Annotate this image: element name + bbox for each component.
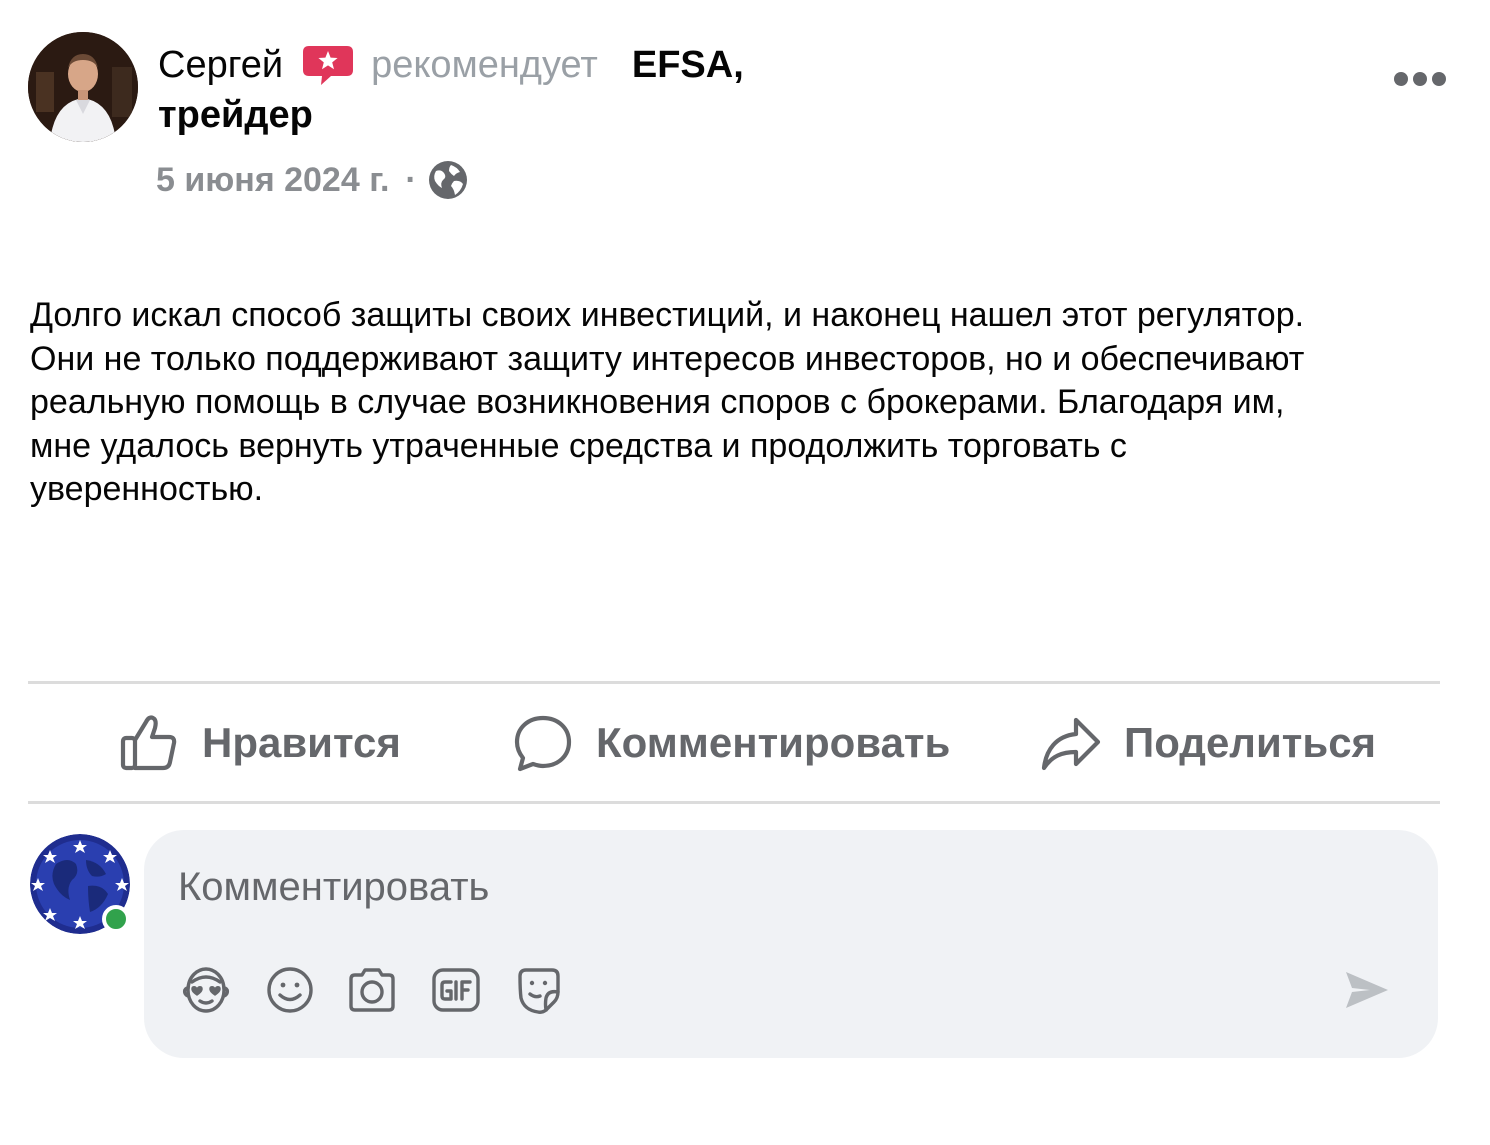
meta-separator: · bbox=[405, 161, 417, 199]
more-options-icon[interactable] bbox=[1392, 66, 1448, 92]
online-status-indicator bbox=[102, 905, 130, 933]
divider-top bbox=[28, 681, 1440, 684]
globe-icon[interactable] bbox=[427, 159, 469, 201]
share-label: Поделиться bbox=[1124, 719, 1377, 766]
recommended-page-name[interactable]: EFSA, bbox=[632, 40, 744, 90]
comment-bubble-icon bbox=[512, 712, 574, 774]
send-icon[interactable] bbox=[1340, 964, 1392, 1016]
post-header: Сергей рекомендует EFSA, bbox=[158, 40, 744, 90]
post-meta: 5 июня 2024 г. · bbox=[156, 158, 469, 202]
post-date[interactable]: 5 июня 2024 г. bbox=[156, 158, 389, 202]
comment-label: Комментировать bbox=[596, 719, 951, 766]
post-body-text: Долго искал способ защиты своих инвестиц… bbox=[30, 296, 1305, 508]
comment-composer bbox=[144, 830, 1438, 1058]
emoji-icon[interactable] bbox=[264, 964, 316, 1016]
gif-icon[interactable] bbox=[430, 964, 482, 1016]
recommended-page-name-continued[interactable]: трейдер bbox=[158, 90, 313, 140]
post-card: Сергей рекомендует EFSA, трейдер 5 июня … bbox=[0, 0, 1490, 1145]
sticker-icon[interactable] bbox=[512, 964, 564, 1016]
comment-button[interactable]: Комментировать bbox=[512, 708, 950, 778]
author-name[interactable]: Сергей bbox=[158, 40, 283, 90]
recommend-text: рекомендует bbox=[371, 44, 598, 86]
like-button[interactable]: Нравится bbox=[118, 708, 401, 778]
avatar-sticker-icon[interactable] bbox=[180, 964, 232, 1016]
camera-icon[interactable] bbox=[346, 964, 398, 1016]
like-label: Нравится bbox=[202, 719, 401, 766]
share-arrow-icon bbox=[1040, 712, 1102, 774]
comment-input[interactable] bbox=[178, 862, 1278, 912]
share-button[interactable]: Поделиться bbox=[1040, 708, 1376, 778]
divider-bottom bbox=[28, 801, 1440, 804]
author-avatar[interactable] bbox=[28, 32, 138, 142]
thumbs-up-icon bbox=[118, 712, 180, 774]
recommend-badge-icon bbox=[301, 42, 355, 88]
